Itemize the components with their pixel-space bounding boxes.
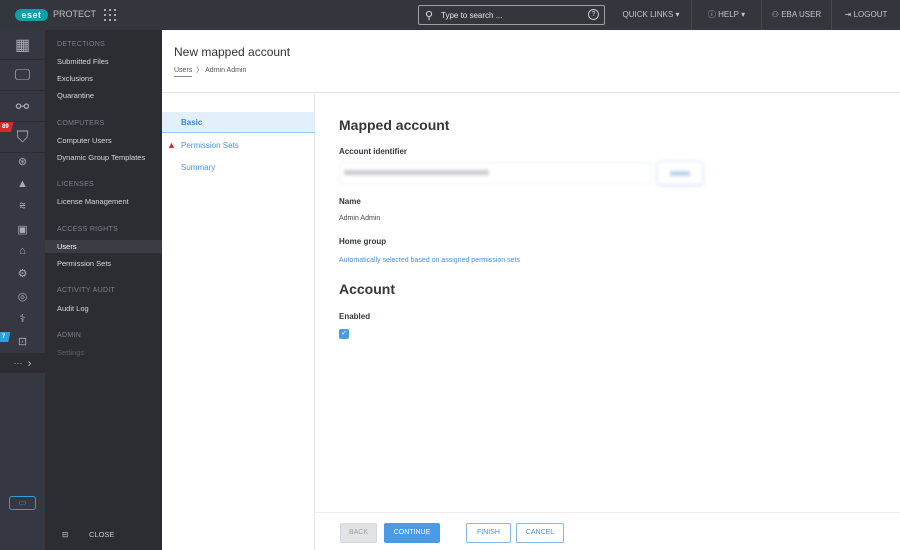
dashboard-icon[interactable]: ▦: [0, 30, 45, 60]
home-group-value: Automatically selected based on assigned…: [339, 257, 520, 264]
back-button[interactable]: BACK: [340, 523, 377, 543]
logout-button[interactable]: ⇥ LOGOUT: [831, 0, 900, 30]
warning-icon[interactable]: ▲: [0, 177, 45, 191]
installers-icon[interactable]: ⌂: [0, 244, 45, 258]
logout-icon: ⇥: [844, 10, 852, 19]
icon-sidebar: ▦ 🖵 ⚯ ⛉ 89 ⊛ ▲ ⩬ ▣ ⌂ ⚙ ◎ ⚕ ⊡ 7 ··· › ▭: [0, 30, 45, 550]
expand-menu-button[interactable]: ··· ›: [0, 353, 45, 373]
account-identifier-label: Account identifier: [339, 147, 408, 156]
more-dots-icon: ···: [13, 358, 23, 368]
finish-button[interactable]: FINISH: [466, 523, 511, 543]
wizard-steps: Basic ▲ Permission Sets Summary: [162, 94, 315, 550]
section-licenses: LICENSES: [57, 181, 95, 188]
sidebar-menu: DETECTIONS Submitted Files Exclusions Qu…: [45, 30, 162, 550]
section-access-rights: ACCESS RIGHTS: [57, 226, 119, 233]
section-mapped-account: Mapped account: [339, 117, 450, 133]
user-icon: ⚇: [771, 10, 779, 19]
cancel-button[interactable]: CANCEL: [516, 523, 564, 543]
search-help-icon[interactable]: ?: [588, 9, 599, 20]
menu-item-permission-sets[interactable]: Permission Sets: [45, 257, 162, 270]
name-label: Name: [339, 197, 361, 206]
menu-item-submitted-files[interactable]: Submitted Files: [45, 55, 162, 68]
search-placeholder: Type to search ...: [441, 11, 503, 20]
menu-item-quarantine[interactable]: Quarantine: [45, 89, 162, 102]
product-name: PROTECT: [53, 9, 97, 19]
wizard-footer: BACK CONTINUE FINISH CANCEL: [315, 512, 900, 550]
policies-icon[interactable]: ⚙: [0, 266, 45, 280]
top-bar: eset PROTECT ⚲ Type to search ... ? QUIC…: [0, 0, 900, 30]
select-account-button[interactable]: [657, 161, 703, 185]
quick-links-menu[interactable]: QUICK LINKS ▾: [611, 0, 691, 30]
continue-button[interactable]: CONTINUE: [384, 523, 440, 543]
menu-item-computer-users[interactable]: Computer Users: [45, 134, 162, 147]
user-menu[interactable]: ⚇ EBA USER: [761, 0, 831, 30]
section-detections: DETECTIONS: [57, 41, 106, 48]
feedback-chat-icon[interactable]: ▭: [9, 496, 36, 510]
check-icon: ✓: [341, 330, 347, 337]
account-identifier-input[interactable]: [339, 162, 651, 184]
computers-icon[interactable]: 🖵: [0, 61, 45, 91]
tasks-icon[interactable]: ▣: [0, 222, 45, 236]
chevron-down-icon: ▾: [741, 10, 746, 19]
chevron-down-icon: ▾: [675, 10, 680, 19]
eset-logo[interactable]: eset: [15, 9, 48, 21]
step-permission-sets-label: Permission Sets: [181, 141, 239, 150]
close-label: CLOSE: [89, 530, 115, 539]
page-title: New mapped account: [174, 45, 291, 59]
reports-icon[interactable]: ⊛: [0, 154, 45, 168]
name-value: Admin Admin: [339, 215, 381, 222]
enabled-label: Enabled: [339, 312, 371, 321]
section-admin: ADMIN: [57, 332, 82, 339]
apps-grid-icon[interactable]: [104, 9, 116, 21]
search-input[interactable]: ⚲ Type to search ... ?: [418, 5, 605, 25]
section-account: Account: [339, 281, 395, 297]
page-header: New mapped account Users 〉 Admin Admin: [162, 30, 900, 93]
menu-item-settings[interactable]: Settings: [45, 346, 162, 359]
help-label: HELP: [718, 10, 739, 19]
section-activity-audit: ACTIVITY AUDIT: [57, 287, 116, 294]
chevron-right-icon: ›: [27, 356, 32, 370]
form-content: Mapped account Account identifier Name A…: [315, 94, 900, 512]
enabled-checkbox[interactable]: ✓: [339, 329, 349, 339]
menu-item-exclusions[interactable]: Exclusions: [45, 72, 162, 85]
breadcrumb-separator-icon: 〉: [194, 67, 204, 74]
breadcrumb-users[interactable]: Users: [174, 67, 193, 77]
network-icon[interactable]: ⚯: [0, 92, 45, 122]
step-permission-sets[interactable]: ▲ Permission Sets: [162, 135, 315, 156]
help-menu[interactable]: ⓘ HELP ▾: [691, 0, 761, 30]
home-group-label: Home group: [339, 237, 387, 246]
menu-item-users[interactable]: Users: [45, 240, 162, 253]
breadcrumb: Users 〉 Admin Admin: [174, 65, 247, 77]
step-summary[interactable]: Summary: [162, 157, 315, 178]
menu-item-audit-log[interactable]: Audit Log: [45, 302, 162, 315]
logout-label: LOGOUT: [853, 10, 888, 19]
warning-icon: ▲: [167, 140, 176, 150]
search-icon: ⚲: [425, 10, 434, 22]
menu-item-license-management[interactable]: License Management: [45, 195, 162, 208]
help-icon: ⓘ: [707, 10, 716, 19]
step-basic[interactable]: Basic: [162, 112, 315, 133]
quick-links-label: QUICK LINKS: [622, 10, 674, 19]
collapse-icon: ⊟: [62, 530, 69, 539]
user-label: EBA USER: [781, 10, 822, 19]
section-computers: COMPUTERS: [57, 120, 105, 127]
status-icon[interactable]: ⚕: [0, 311, 45, 325]
notifications-icon[interactable]: ◎: [0, 289, 45, 303]
breadcrumb-current: Admin Admin: [205, 67, 247, 74]
menu-item-dynamic-group-templates[interactable]: Dynamic Group Templates: [45, 151, 162, 164]
chart-icon[interactable]: ⩬: [0, 199, 45, 213]
